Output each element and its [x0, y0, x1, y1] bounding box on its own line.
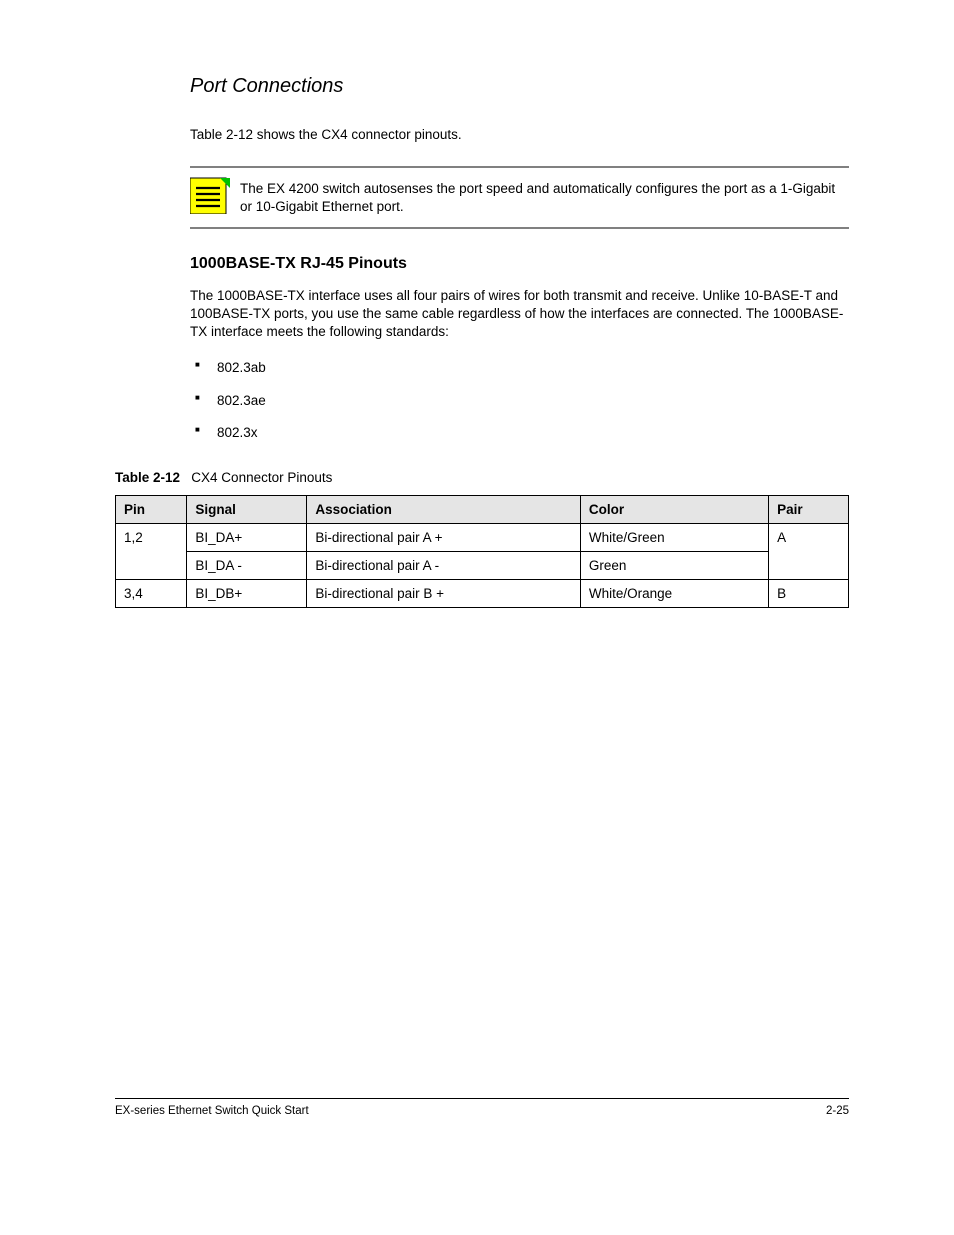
col-signal: Signal [187, 495, 307, 523]
page-footer: EX-series Ethernet Switch Quick Start 2-… [115, 1098, 849, 1117]
note-block: The EX 4200 switch autosenses the port s… [190, 166, 849, 228]
cell-pin: 3,4 [116, 579, 187, 607]
cell-signal: BI_DB+ [187, 579, 307, 607]
cell-color: Green [580, 551, 768, 579]
footer-left: EX-series Ethernet Switch Quick Start [115, 1105, 309, 1117]
section-body: The 1000BASE-TX interface uses all four … [190, 287, 849, 342]
col-pin: Pin [116, 495, 187, 523]
cell-color: White/Orange [580, 579, 768, 607]
table-title: CX4 Connector Pinouts [191, 470, 332, 485]
cell-signal: BI_DA+ [187, 523, 307, 551]
note-text: The EX 4200 switch autosenses the port s… [240, 176, 849, 216]
col-color: Color [580, 495, 768, 523]
table-caption: Table 2-12 CX4 Connector Pinouts [115, 470, 849, 485]
cell-assoc: Bi-directional pair A - [307, 551, 581, 579]
cell-pin: 1,2 [116, 523, 187, 579]
footer-right: 2-25 [826, 1105, 849, 1117]
cell-pair: B [769, 579, 849, 607]
list-item: 802.3ae [195, 392, 849, 410]
col-association: Association [307, 495, 581, 523]
table-number: Table 2-12 [115, 470, 180, 485]
pinout-table: Pin Signal Association Color Pair 1,2 BI… [115, 495, 849, 608]
page-title: Port Connections [190, 75, 849, 98]
section-heading: 1000BASE-TX RJ-45 Pinouts [190, 255, 849, 273]
note-icon [190, 176, 230, 214]
intro-paragraph: Table 2-12 shows the CX4 connector pinou… [190, 126, 849, 144]
col-pair: Pair [769, 495, 849, 523]
cell-pair: A [769, 523, 849, 579]
standards-list: 802.3ab 802.3ae 802.3x [195, 359, 849, 442]
table-row: 3,4 BI_DB+ Bi-directional pair B + White… [116, 579, 849, 607]
cell-assoc: Bi-directional pair A + [307, 523, 581, 551]
list-item: 802.3ab [195, 359, 849, 377]
table-header-row: Pin Signal Association Color Pair [116, 495, 849, 523]
table-row: 1,2 BI_DA+ Bi-directional pair A + White… [116, 523, 849, 551]
table-row: BI_DA - Bi-directional pair A - Green [116, 551, 849, 579]
cell-signal: BI_DA - [187, 551, 307, 579]
cell-assoc: Bi-directional pair B + [307, 579, 581, 607]
cell-color: White/Green [580, 523, 768, 551]
list-item: 802.3x [195, 424, 849, 442]
